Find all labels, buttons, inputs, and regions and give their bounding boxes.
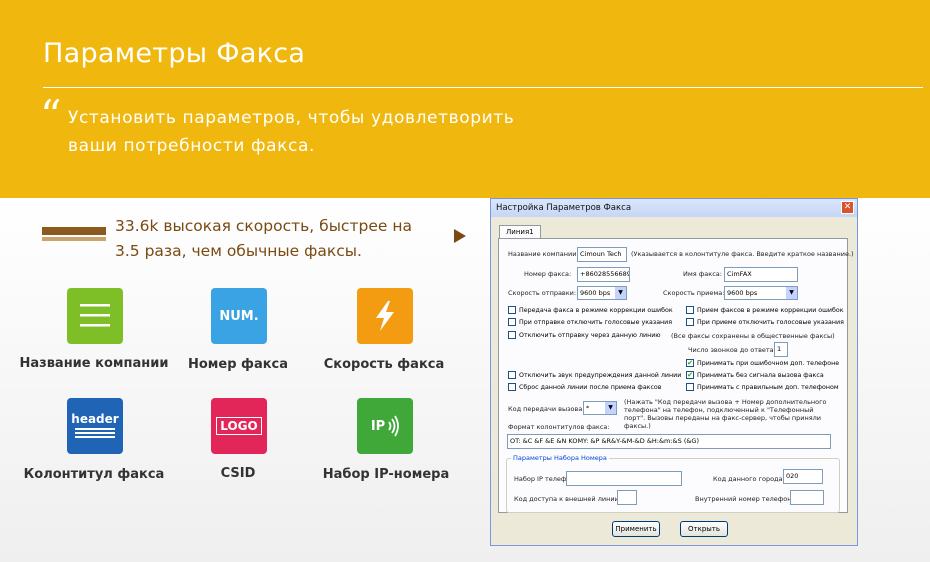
- voice-recv-checkbox[interactable]: При приеме отключить голосовые указания: [686, 318, 844, 326]
- ecm-send-label: Передача факса в режиме коррекции ошибок: [519, 306, 673, 314]
- disable-send-checkbox[interactable]: Отключить отправку через данную линию: [508, 331, 661, 339]
- correct-ext-checkbox[interactable]: Принимать с правильным доп. телефоном: [686, 383, 839, 391]
- close-icon[interactable]: ✕: [841, 201, 854, 214]
- company-hint: (Указывается в колонтитуле факса. Введит…: [631, 250, 854, 258]
- num-icon-text: NUM.: [219, 308, 259, 324]
- no-signal-checkbox[interactable]: ✔ Принимать без сигнала вызова факса: [686, 371, 824, 379]
- ecm-recv-label: Прием факсов в режиме коррекции ошибок: [697, 306, 844, 314]
- company-label: Название компании:: [508, 250, 579, 258]
- accept-ext-checkbox[interactable]: ✔ Принимать при ошибочном доп. телефоне: [686, 359, 839, 367]
- chevron-down-icon: ▼: [615, 287, 626, 299]
- header-icon: header: [67, 398, 123, 454]
- feature-statement: 33.6k высокая скорость, быстрее на 3.5 р…: [115, 214, 412, 264]
- checkbox-box[interactable]: [508, 306, 516, 314]
- checkbox-box[interactable]: [508, 383, 516, 391]
- top-banner: Параметры Факса “ Установить параметров,…: [0, 0, 930, 198]
- call-code-hint: (Нажать "Код передачи вызова + Номер доп…: [624, 398, 827, 430]
- dial-params-legend: Параметры Набора Номера: [511, 454, 609, 462]
- chevron-down-icon: ▼: [786, 287, 797, 299]
- call-code-label: Код передачи вызова:: [508, 405, 585, 413]
- send-speed-select[interactable]: 9600 bps ▼: [577, 286, 627, 300]
- tab-line1[interactable]: Линия1: [499, 225, 541, 239]
- feature-line-1: 33.6k высокая скорость, быстрее на: [115, 217, 412, 235]
- lightning-icon: [357, 288, 413, 344]
- inner-num-label: Внутренний номер телефона:: [695, 495, 798, 503]
- feature-accent-bar: [42, 227, 106, 235]
- no-signal-label: Принимать без сигнала вызова факса: [697, 371, 824, 379]
- tile-label-fax-speed: Скорость факса: [323, 357, 445, 372]
- no-alarm-label: Отключить звук предупреждения данной лин…: [519, 371, 682, 379]
- voice-send-label: При отправке отключить голосовые указани…: [519, 318, 673, 326]
- reset-line-label: Сброс данной линии после приема факсов: [519, 383, 662, 391]
- call-code-value: *: [586, 404, 590, 412]
- tile-label-csid: CSID: [220, 466, 256, 481]
- fax-number-label: Номер факса:: [524, 270, 572, 278]
- checkbox-box[interactable]: [508, 331, 516, 339]
- fax-number-field[interactable]: +86028556689: [577, 267, 630, 282]
- logo-icon-text: LOGO: [216, 417, 262, 435]
- title-divider: [43, 87, 923, 88]
- check-icon[interactable]: ✔: [686, 371, 694, 379]
- area-code-field[interactable]: 020: [783, 469, 823, 484]
- recv-speed-select[interactable]: 9600 bps ▼: [724, 286, 798, 300]
- voice-send-checkbox[interactable]: При отправке отключить голосовые указани…: [508, 318, 672, 326]
- recv-speed-label: Скорость приема:: [663, 289, 725, 297]
- ecm-send-checkbox[interactable]: Передача факса в режиме коррекции ошибок: [508, 306, 673, 314]
- check-icon[interactable]: ✔: [686, 359, 694, 367]
- shared-fax-note: (Все факсы сохранены в общественные факс…: [671, 332, 835, 340]
- voice-recv-label: При приеме отключить голосовые указания: [697, 318, 844, 326]
- disable-send-label: Отключить отправку через данную линию: [519, 331, 661, 339]
- send-speed-value: 9600 bps: [580, 289, 611, 297]
- no-alarm-checkbox[interactable]: Отключить звук предупреждения данной лин…: [508, 371, 681, 379]
- checkbox-box[interactable]: [686, 318, 694, 326]
- menu-lines-icon: [67, 288, 123, 344]
- banner-subtitle: Установить параметров, чтобы удовлетвори…: [68, 104, 514, 160]
- header-format-label: Формат колонтитулов факса:: [508, 423, 610, 431]
- ecm-recv-checkbox[interactable]: Прием факсов в режиме коррекции ошибок: [686, 306, 844, 314]
- rings-label: Число звонков до ответа:: [688, 346, 776, 354]
- header-icon-text: header: [71, 412, 119, 426]
- subtitle-line-2: ваши потребности факса.: [68, 136, 316, 156]
- checkbox-box[interactable]: [686, 306, 694, 314]
- area-code-label: Код данного города:: [713, 475, 785, 483]
- ip-phone-field[interactable]: [566, 471, 682, 486]
- subtitle-line-1: Установить параметров, чтобы удовлетвори…: [68, 108, 515, 128]
- num-icon: NUM.: [211, 288, 267, 344]
- logo-icon: LOGO: [211, 398, 267, 454]
- dialog-titlebar[interactable]: Настройка Параметров Факса ✕: [491, 199, 857, 217]
- ip-icon-text: IP: [370, 418, 386, 434]
- apply-button[interactable]: Применить: [612, 521, 660, 537]
- outer-line-field[interactable]: [617, 490, 637, 505]
- arrow-right-icon: [454, 229, 466, 243]
- quote-mark-icon: “: [40, 91, 62, 140]
- tile-label-ip-dial: Набор IP-номера: [322, 467, 450, 482]
- chevron-down-icon: ▼: [605, 402, 616, 414]
- recv-speed-value: 9600 bps: [727, 289, 758, 297]
- company-field[interactable]: Cimoun Tech: [577, 247, 627, 262]
- fax-name-label: Имя факса:: [683, 270, 722, 278]
- tile-label-fax-number: Номер факса: [187, 357, 289, 372]
- inner-num-field[interactable]: [790, 490, 824, 505]
- checkbox-box[interactable]: [686, 383, 694, 391]
- checkbox-box[interactable]: [508, 318, 516, 326]
- rings-field[interactable]: 1: [774, 342, 788, 357]
- open-button[interactable]: Открыть: [680, 521, 728, 537]
- correct-ext-label: Принимать с правильным доп. телефоном: [697, 383, 839, 391]
- fax-settings-dialog: Настройка Параметров Факса ✕ Линия1 Назв…: [490, 198, 858, 546]
- dialog-title: Настройка Параметров Факса: [496, 203, 632, 213]
- call-code-select[interactable]: * ▼: [583, 401, 617, 415]
- send-speed-label: Скорость отправки:: [508, 289, 577, 297]
- outer-line-label: Код доступа к внешней линии:: [514, 495, 621, 503]
- ip-dial-icon: IP: [357, 398, 413, 454]
- checkbox-box[interactable]: [508, 371, 516, 379]
- reset-line-checkbox[interactable]: Сброс данной линии после приема факсов: [508, 383, 662, 391]
- accept-ext-label: Принимать при ошибочном доп. телефоне: [697, 359, 840, 367]
- feature-accent-bar-light: [42, 237, 106, 241]
- feature-line-2: 3.5 раза, чем обычные факсы.: [115, 242, 362, 260]
- page-title: Параметры Факса: [43, 38, 306, 69]
- fax-name-field[interactable]: CimFAX: [724, 267, 798, 282]
- header-format-field[interactable]: OT: &C &F &E &N KOMY: &P &R&Y-&M-&D &H:&…: [507, 434, 831, 449]
